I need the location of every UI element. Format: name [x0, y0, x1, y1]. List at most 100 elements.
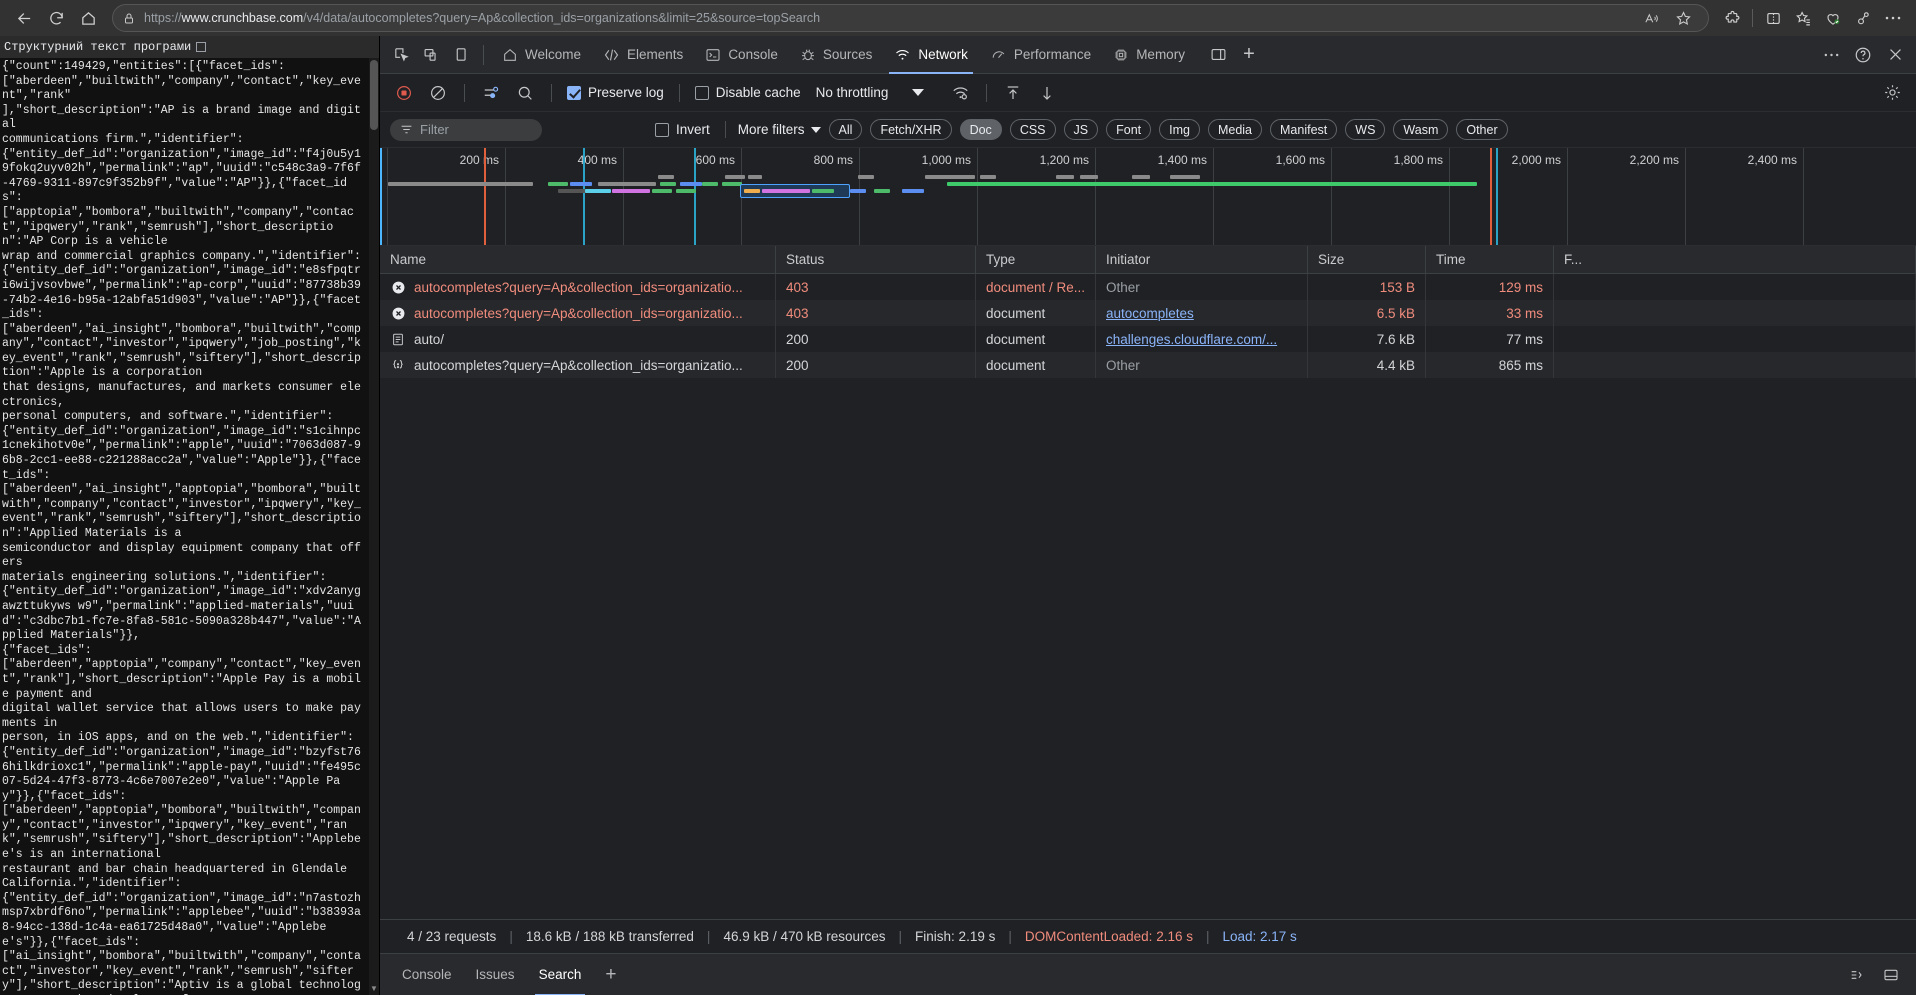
ellipsis-icon[interactable]	[1878, 4, 1908, 32]
back-arrow-icon[interactable]	[8, 4, 40, 32]
tab-label: Memory	[1136, 47, 1185, 62]
gear-icon[interactable]	[1878, 79, 1906, 107]
summary-resources: 46.9 kB / 470 kB resources	[710, 929, 898, 944]
scroll-down-arrow[interactable]: ▼	[369, 983, 379, 995]
chip-media[interactable]: Media	[1208, 119, 1262, 140]
table-row[interactable]: autocompletes?query=Ap&collection_ids=or…	[380, 352, 1916, 378]
overview-bar	[858, 175, 874, 179]
console-sidebar-icon[interactable]	[1842, 960, 1872, 990]
more-filters-dropdown[interactable]: More filters	[738, 122, 821, 137]
overview-bar	[1170, 175, 1200, 179]
tab-sources[interactable]: Sources	[789, 36, 884, 74]
invert-checkbox[interactable]: Invert	[652, 122, 713, 137]
table-row[interactable]: autocompletes?query=Ap&collection_ids=or…	[380, 300, 1916, 326]
drawer-add-tab-button[interactable]: +	[593, 954, 628, 995]
address-bar[interactable]: https://www.crunchbase.com/v4/data/autoc…	[112, 4, 1709, 32]
cell-name[interactable]: auto/	[380, 326, 776, 352]
chip-wasm[interactable]: Wasm	[1393, 119, 1448, 140]
tab-performance[interactable]: Performance	[979, 36, 1102, 74]
tab-console[interactable]: Console	[694, 36, 789, 74]
initiator-link[interactable]: challenges.cloudflare.com/...	[1106, 332, 1277, 347]
wifi-settings-icon[interactable]	[946, 79, 974, 107]
preserve-log-checkbox[interactable]: Preserve log	[564, 85, 667, 100]
home-icon[interactable]	[72, 4, 104, 32]
cell-waterfall	[1554, 352, 1916, 378]
column-header-waterfall[interactable]: F...	[1554, 246, 1916, 273]
chip-ws[interactable]: WS	[1345, 119, 1385, 140]
chevron-down-icon[interactable]	[912, 89, 924, 96]
heart-check-icon[interactable]	[1818, 4, 1848, 32]
tab-memory[interactable]: Memory	[1102, 36, 1196, 74]
drawer-tab-console[interactable]: Console	[390, 954, 464, 995]
tab-welcome[interactable]: Welcome	[491, 36, 592, 74]
cell-name[interactable]: autocompletes?query=Ap&collection_ids=or…	[380, 274, 776, 300]
disable-cache-label: Disable cache	[716, 85, 801, 100]
table-header-row: Name Status Type Initiator Size Time F..…	[380, 246, 1916, 274]
download-arrow-icon[interactable]	[1033, 79, 1061, 107]
cell-initiator[interactable]: challenges.cloudflare.com/...	[1096, 326, 1308, 352]
overview-bar	[812, 189, 834, 193]
drawer-tab-search[interactable]: Search	[527, 954, 594, 995]
table-row[interactable]: autocompletes?query=Ap&collection_ids=or…	[380, 274, 1916, 300]
chip-font[interactable]: Font	[1106, 119, 1151, 140]
collections-icon[interactable]	[1788, 4, 1818, 32]
column-header-status[interactable]: Status	[776, 246, 976, 273]
inspect-icon[interactable]	[386, 40, 416, 70]
ellipsis-icon[interactable]	[1816, 40, 1846, 70]
help-icon[interactable]	[1848, 40, 1878, 70]
dock-panel-icon[interactable]	[446, 40, 476, 70]
record-stop-icon[interactable]	[390, 79, 418, 107]
initiator-link[interactable]: autocompletes	[1106, 306, 1194, 321]
cell-type: document	[976, 300, 1096, 326]
network-overview-timeline[interactable]: 200 ms 400 ms 600 ms 800 ms 1,000 ms 1,2…	[380, 148, 1916, 246]
summary-load: Load: 2.17 s	[1209, 929, 1309, 944]
tab-elements[interactable]: Elements	[592, 36, 694, 74]
star-icon[interactable]	[1668, 4, 1698, 32]
column-header-size[interactable]: Size	[1308, 246, 1426, 273]
drawer-tab-issues[interactable]: Issues	[464, 954, 527, 995]
filter-input[interactable]: Filter	[390, 119, 542, 141]
tick-label: 1,800 ms	[1394, 153, 1450, 167]
scrollbar-thumb[interactable]	[370, 60, 378, 130]
device-toolbar-icon[interactable]	[416, 40, 446, 70]
page-scrollbar[interactable]: ▲ ▼	[369, 58, 379, 995]
add-tab-button[interactable]: +	[1234, 40, 1264, 70]
column-header-type[interactable]: Type	[976, 246, 1096, 273]
chip-all[interactable]: All	[829, 119, 863, 140]
throttling-select[interactable]: No throttling	[810, 85, 895, 100]
column-header-initiator[interactable]: Initiator	[1096, 246, 1308, 273]
overview-bar	[652, 189, 672, 193]
divider	[1752, 9, 1753, 27]
tab-network[interactable]: Network	[883, 36, 979, 74]
chip-doc[interactable]: Doc	[960, 119, 1002, 140]
puzzle-icon[interactable]	[1717, 4, 1747, 32]
chip-fetch-xhr[interactable]: Fetch/XHR	[870, 119, 951, 140]
dock-side-icon[interactable]	[1204, 40, 1234, 70]
chip-css[interactable]: CSS	[1010, 119, 1056, 140]
chip-img[interactable]: Img	[1159, 119, 1200, 140]
more-filters-label: More filters	[738, 122, 805, 137]
request-name: autocompletes?query=Ap&collection_ids=or…	[414, 280, 743, 295]
clear-icon[interactable]	[424, 79, 452, 107]
wrap-lines-checkbox[interactable]	[196, 42, 206, 52]
upload-arrow-icon[interactable]	[999, 79, 1027, 107]
read-aloud-icon[interactable]	[1636, 4, 1666, 32]
cell-name[interactable]: autocompletes?query=Ap&collection_ids=or…	[380, 300, 776, 326]
table-row[interactable]: auto/ 200 document challenges.cloudflare…	[380, 326, 1916, 352]
split-screen-icon[interactable]	[1758, 4, 1788, 32]
cell-name[interactable]: autocompletes?query=Ap&collection_ids=or…	[380, 352, 776, 378]
reload-icon[interactable]	[40, 4, 72, 32]
close-icon[interactable]	[1880, 40, 1910, 70]
chip-manifest[interactable]: Manifest	[1270, 119, 1337, 140]
tick-label: 800 ms	[814, 153, 860, 167]
column-header-name[interactable]: Name	[380, 246, 776, 273]
cell-initiator[interactable]: autocompletes	[1096, 300, 1308, 326]
copilot-icon[interactable]	[1848, 4, 1878, 32]
chip-other[interactable]: Other	[1456, 119, 1507, 140]
chip-js[interactable]: JS	[1064, 119, 1099, 140]
search-icon[interactable]	[511, 79, 539, 107]
disable-cache-checkbox[interactable]: Disable cache	[692, 85, 804, 100]
filter-settings-icon[interactable]	[477, 79, 505, 107]
drawer-dock-icon[interactable]	[1876, 960, 1906, 990]
column-header-time[interactable]: Time	[1426, 246, 1554, 273]
